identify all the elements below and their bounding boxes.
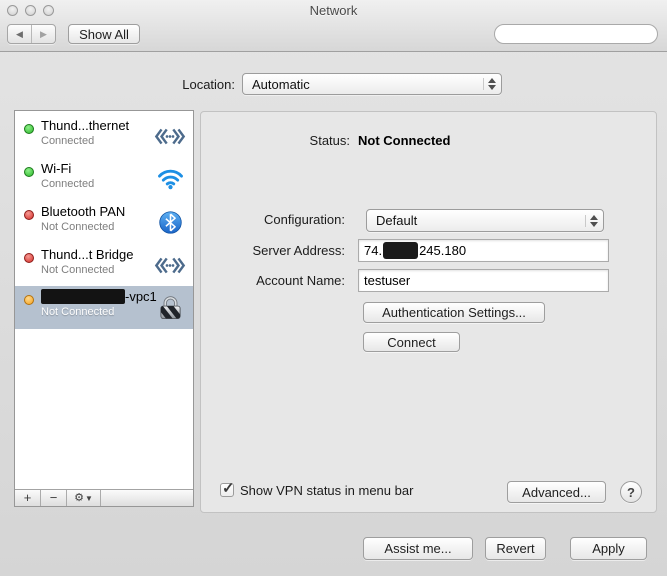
forward-arrow-icon: ▶ (40, 29, 47, 39)
status-value: Not Connected (358, 133, 450, 148)
authentication-settings-button[interactable]: Authentication Settings... (363, 302, 545, 323)
nav-back-forward: ◀ ▶ (7, 24, 56, 44)
interface-name: -vpc1 (41, 289, 157, 304)
list-item-bluetooth-pan[interactable]: Bluetooth PAN Not Connected (15, 201, 193, 243)
interface-status: Not Connected (41, 221, 114, 233)
server-address-value: 74.245.180 (364, 242, 466, 259)
status-dot-not-connected (24, 210, 34, 220)
interface-status: Connected (41, 178, 94, 190)
redaction-box (383, 242, 418, 259)
location-popup[interactable]: Automatic (242, 73, 502, 95)
interface-status: Not Connected (41, 264, 114, 276)
wifi-icon (153, 162, 187, 196)
actions-menu-button[interactable]: ⚙▼ (67, 490, 101, 506)
account-name-field[interactable]: testuser (358, 269, 609, 292)
interface-status: Connected (41, 135, 94, 147)
ethernet-icon (153, 119, 187, 153)
popup-stepper-icon (486, 76, 497, 92)
assist-me-button[interactable]: Assist me... (363, 537, 473, 560)
configuration-label: Configuration: (201, 212, 345, 227)
configuration-popup[interactable]: Default (366, 209, 604, 232)
status-label: Status: (201, 133, 350, 148)
show-all-button[interactable]: Show All (68, 24, 140, 44)
show-vpn-status-checkbox[interactable]: ✓ (220, 483, 234, 497)
status-dot-connected (24, 167, 34, 177)
list-item-thunderbolt-ethernet[interactable]: Thund...thernet Connected (15, 115, 193, 157)
location-value: Automatic (252, 77, 310, 92)
interface-list: Thund...thernet Connected Wi-Fi Connecte… (14, 110, 194, 507)
server-address-field[interactable]: 74.245.180 (358, 239, 609, 262)
show-vpn-status-label: Show VPN status in menu bar (240, 483, 413, 498)
gear-icon: ⚙ (74, 491, 84, 506)
checkmark-icon: ✓ (222, 479, 235, 497)
list-item-vpn-selected[interactable]: -vpc1 Not Connected (15, 286, 193, 329)
connect-button[interactable]: Connect (363, 332, 460, 352)
interface-list-items: Thund...thernet Connected Wi-Fi Connecte… (15, 111, 193, 489)
footer-spacer (101, 490, 193, 506)
help-button[interactable]: ? (620, 481, 642, 503)
vpn-lock-icon (153, 290, 187, 324)
network-preferences-window: Network ◀ ▶ Show All Location: Automatic… (0, 0, 667, 576)
remove-interface-button[interactable]: − (41, 490, 67, 506)
interface-name: Thund...t Bridge (41, 247, 134, 262)
list-item-thunderbolt-bridge[interactable]: Thund...t Bridge Not Connected (15, 244, 193, 286)
interface-status: Not Connected (41, 306, 114, 318)
status-dot-warning (24, 295, 34, 305)
list-footer-toolbar: + − ⚙▼ (15, 489, 193, 506)
configuration-value: Default (376, 213, 417, 228)
add-interface-button[interactable]: + (15, 490, 41, 506)
advanced-button[interactable]: Advanced... (507, 481, 606, 503)
account-name-label: Account Name: (201, 273, 345, 288)
revert-button[interactable]: Revert (485, 537, 546, 560)
location-label: Location: (95, 77, 235, 92)
account-name-value: testuser (364, 273, 410, 288)
interface-name: Bluetooth PAN (41, 204, 125, 219)
popup-stepper-icon (588, 213, 599, 229)
back-button[interactable]: ◀ (8, 25, 31, 43)
status-dot-not-connected (24, 253, 34, 263)
redaction-box (41, 289, 125, 304)
titlebar: Network ◀ ▶ Show All (0, 0, 667, 52)
window-title: Network (0, 3, 667, 18)
back-arrow-icon: ◀ (16, 29, 23, 39)
apply-button[interactable]: Apply (570, 537, 647, 560)
chevron-down-icon: ▼ (85, 491, 93, 506)
vpn-settings-panel: Status: Not Connected Configuration: Def… (200, 111, 657, 513)
forward-button[interactable]: ▶ (31, 25, 55, 43)
status-dot-connected (24, 124, 34, 134)
list-item-wifi[interactable]: Wi-Fi Connected (15, 158, 193, 200)
ethernet-icon (153, 248, 187, 282)
interface-name: Thund...thernet (41, 118, 129, 133)
interface-name: Wi-Fi (41, 161, 71, 176)
search-input[interactable] (501, 27, 665, 41)
bluetooth-icon (153, 205, 187, 239)
search-field[interactable] (494, 24, 658, 44)
server-address-label: Server Address: (201, 243, 345, 258)
